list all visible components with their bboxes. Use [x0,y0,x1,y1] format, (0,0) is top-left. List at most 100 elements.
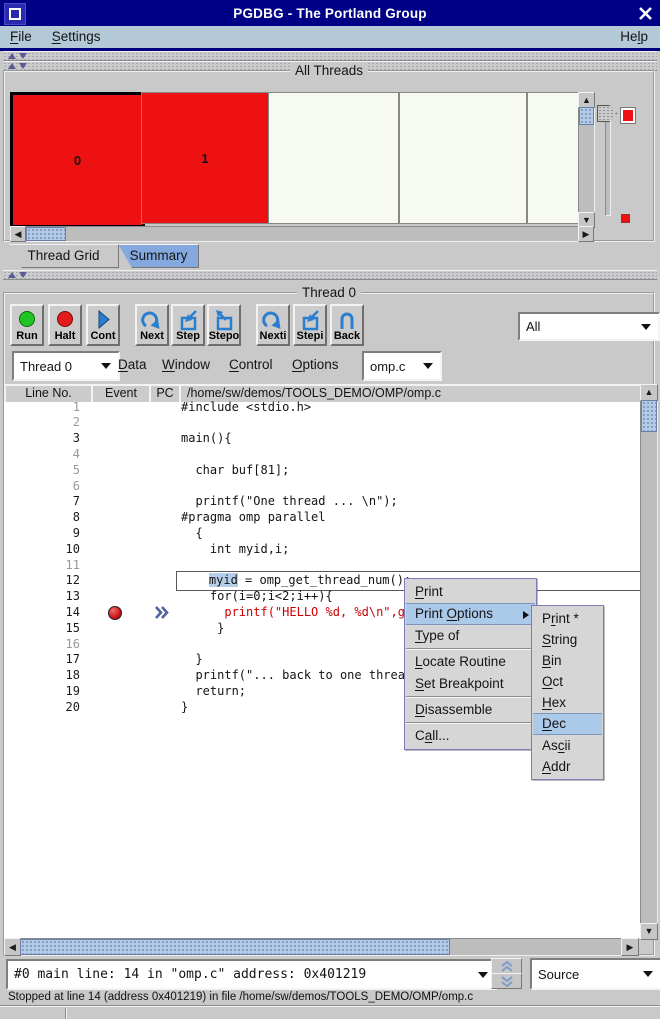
halt-button[interactable]: Halt [48,304,82,346]
submenu-item-print-star[interactable]: Print * [533,608,602,629]
thread-cell[interactable] [527,92,580,224]
collapse-down-icon[interactable] [19,272,27,278]
source-line[interactable]: 1#include <stdio.h> [4,400,640,416]
toolbar-button-label: Run [16,331,37,342]
stepi-button[interactable]: Stepi [293,304,327,346]
mnemonic-post: ptions [457,606,493,621]
menu-settings[interactable]: Settings [42,26,111,48]
source-vscrollbar[interactable] [640,384,658,940]
frame-combobox[interactable]: #0 main line: 14 in "omp.c" address: 0x4… [6,959,497,990]
thread-cell[interactable]: 1 [141,92,269,224]
step-button[interactable]: Step [171,304,205,346]
menu-item-call[interactable]: Call... [406,725,535,747]
submenu-item-addr[interactable]: Addr [533,756,602,777]
thread-cell[interactable] [268,92,399,224]
source-line[interactable]: 10 int myid,i; [4,542,640,558]
back-button[interactable]: Back [330,304,364,346]
menu-item-locate-routine[interactable]: Locate Routine [406,651,535,673]
scroll-up-icon[interactable]: ▲ [578,92,595,108]
submenu-item-bin[interactable]: Bin [533,650,602,671]
scroll-up-icon[interactable]: ▲ [640,384,658,401]
menu-window[interactable]: Window [162,357,210,372]
collapse-down-icon[interactable] [19,63,27,69]
tab-thread-grid[interactable]: Thread Grid [8,244,119,268]
menu-item-set-breakpoint[interactable]: Set Breakpoint [406,673,535,695]
submenu-item-hex[interactable]: Hex [533,692,602,713]
menu-file[interactable]: File [0,26,42,48]
thread-cell[interactable]: 0 [10,92,145,228]
thread-grid-hscrollbar[interactable] [10,226,594,242]
menu-item-disassemble[interactable]: Disassemble [406,699,535,721]
mnemonic-letter: O [542,674,553,689]
source-line[interactable]: 4 [4,447,640,463]
mnemonic-post: ec [552,716,566,731]
chevron-down-icon [641,324,651,330]
run-icon [16,309,38,331]
frame-up-button[interactable] [491,958,522,974]
thread-cell[interactable] [399,92,527,224]
submenu-item-oct[interactable]: Oct [533,671,602,692]
splitter-handle[interactable] [3,270,657,280]
scroll-left-icon[interactable]: ◀ [10,226,26,242]
source-line[interactable]: 6 [4,479,640,495]
mnemonic-letter: O [292,357,303,372]
nexti-button[interactable]: Nexti [256,304,290,346]
source-line[interactable]: 7 printf("One thread ... \n"); [4,494,640,510]
source-line[interactable]: 5 char buf[81]; [4,463,640,479]
stepo-button[interactable]: Stepo [207,304,241,346]
mnemonic-letter: H [542,695,552,710]
thread-grid-hscroll-thumb[interactable] [26,227,66,241]
window-menu-icon[interactable] [4,3,26,25]
toolbar-button-label: Back [334,331,360,342]
submenu-item-ascii[interactable]: Ascii [533,735,602,756]
splitter-handle[interactable] [3,51,657,61]
view-mode-combobox[interactable]: Source [530,958,660,990]
collapse-up-icon[interactable] [8,63,16,69]
frame-down-button[interactable] [491,973,522,989]
close-icon[interactable] [636,4,654,22]
source-line[interactable]: 12 myid = omp_get_thread_num(); [4,573,640,589]
mnemonic-letter: W [162,357,175,372]
source-line[interactable]: 9 { [4,526,640,542]
collapse-up-icon[interactable] [8,53,16,59]
source-line[interactable]: 2 [4,415,640,431]
source-code: = omp_get_thread_num(); [238,573,411,587]
submenu-item-dec[interactable]: Dec [533,713,602,735]
scroll-right-icon[interactable]: ▶ [621,938,639,956]
source-vscroll-thumb[interactable] [641,400,657,432]
mnemonic-post: ll... [432,728,449,743]
mnemonic-post: in [551,653,562,668]
menu-item-print-options[interactable]: Print Options [406,603,535,625]
file-combobox[interactable]: omp.c [362,351,442,381]
run-button[interactable]: Run [10,304,44,346]
thread-zoom-slider-track[interactable] [605,113,611,216]
source-line[interactable]: 3main(){ [4,431,640,447]
scroll-right-icon[interactable]: ▶ [578,226,594,242]
source-code: } [181,700,188,714]
menu-control[interactable]: Control [229,357,273,372]
thread-combobox[interactable]: Thread 0 [12,351,120,381]
menu-options[interactable]: Options [292,357,339,372]
collapse-up-icon[interactable] [8,272,16,278]
cont-button[interactable]: Cont [86,304,120,346]
line-number: 1 [4,400,80,414]
menu-item-type-of[interactable]: Type of [406,625,535,647]
source-hscroll-thumb[interactable] [20,939,450,955]
double-chevron-down-icon [500,976,514,987]
scope-combobox[interactable]: All [518,312,660,341]
tab-summary[interactable]: Summary [118,244,199,268]
breakpoint-icon[interactable] [108,606,122,620]
source-line[interactable]: 8#pragma omp parallel [4,510,640,526]
menu-help[interactable]: Help [610,26,658,48]
thread-grid-vscroll-thumb[interactable] [579,107,594,125]
collapse-down-icon[interactable] [19,53,27,59]
toolbar-button-label: Stepi [297,331,324,342]
scroll-left-icon[interactable]: ◀ [4,938,21,956]
source-code: return; [181,684,246,698]
scroll-down-icon[interactable]: ▼ [640,923,658,940]
menu-item-print[interactable]: Print [406,581,535,603]
source-line[interactable]: 13 for(i=0;i<2;i++){ [4,589,640,605]
next-button[interactable]: Next [135,304,169,346]
menu-data[interactable]: Data [118,357,147,372]
submenu-item-string[interactable]: String [533,629,602,650]
